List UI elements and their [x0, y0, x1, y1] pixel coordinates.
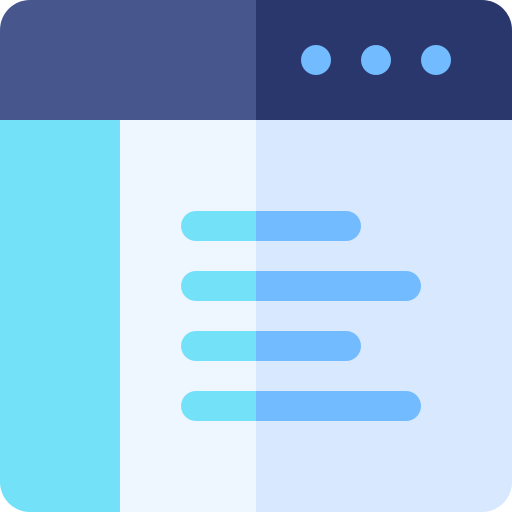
- titlebar-left-half: [0, 0, 256, 120]
- window-control-dot-3: [421, 45, 451, 75]
- text-line-2-left: [181, 271, 256, 301]
- browser-window-icon: [0, 0, 512, 512]
- text-line-3-right: [256, 331, 361, 361]
- text-line-3-left: [181, 331, 256, 361]
- text-line-4-right: [256, 391, 421, 421]
- window-sidebar: [0, 120, 120, 512]
- window-titlebar: [0, 0, 512, 120]
- text-line-3: [181, 331, 361, 361]
- text-line-2-right: [256, 271, 421, 301]
- text-line-1-left: [181, 211, 256, 241]
- text-line-1: [181, 211, 361, 241]
- text-line-2: [181, 271, 421, 301]
- text-line-4: [181, 391, 421, 421]
- window-control-dot-2: [361, 45, 391, 75]
- content-area-right-half: [256, 120, 512, 512]
- window-control-dot-1: [301, 45, 331, 75]
- content-area-left-half: [120, 120, 256, 512]
- text-line-1-right: [256, 211, 361, 241]
- text-line-4-left: [181, 391, 256, 421]
